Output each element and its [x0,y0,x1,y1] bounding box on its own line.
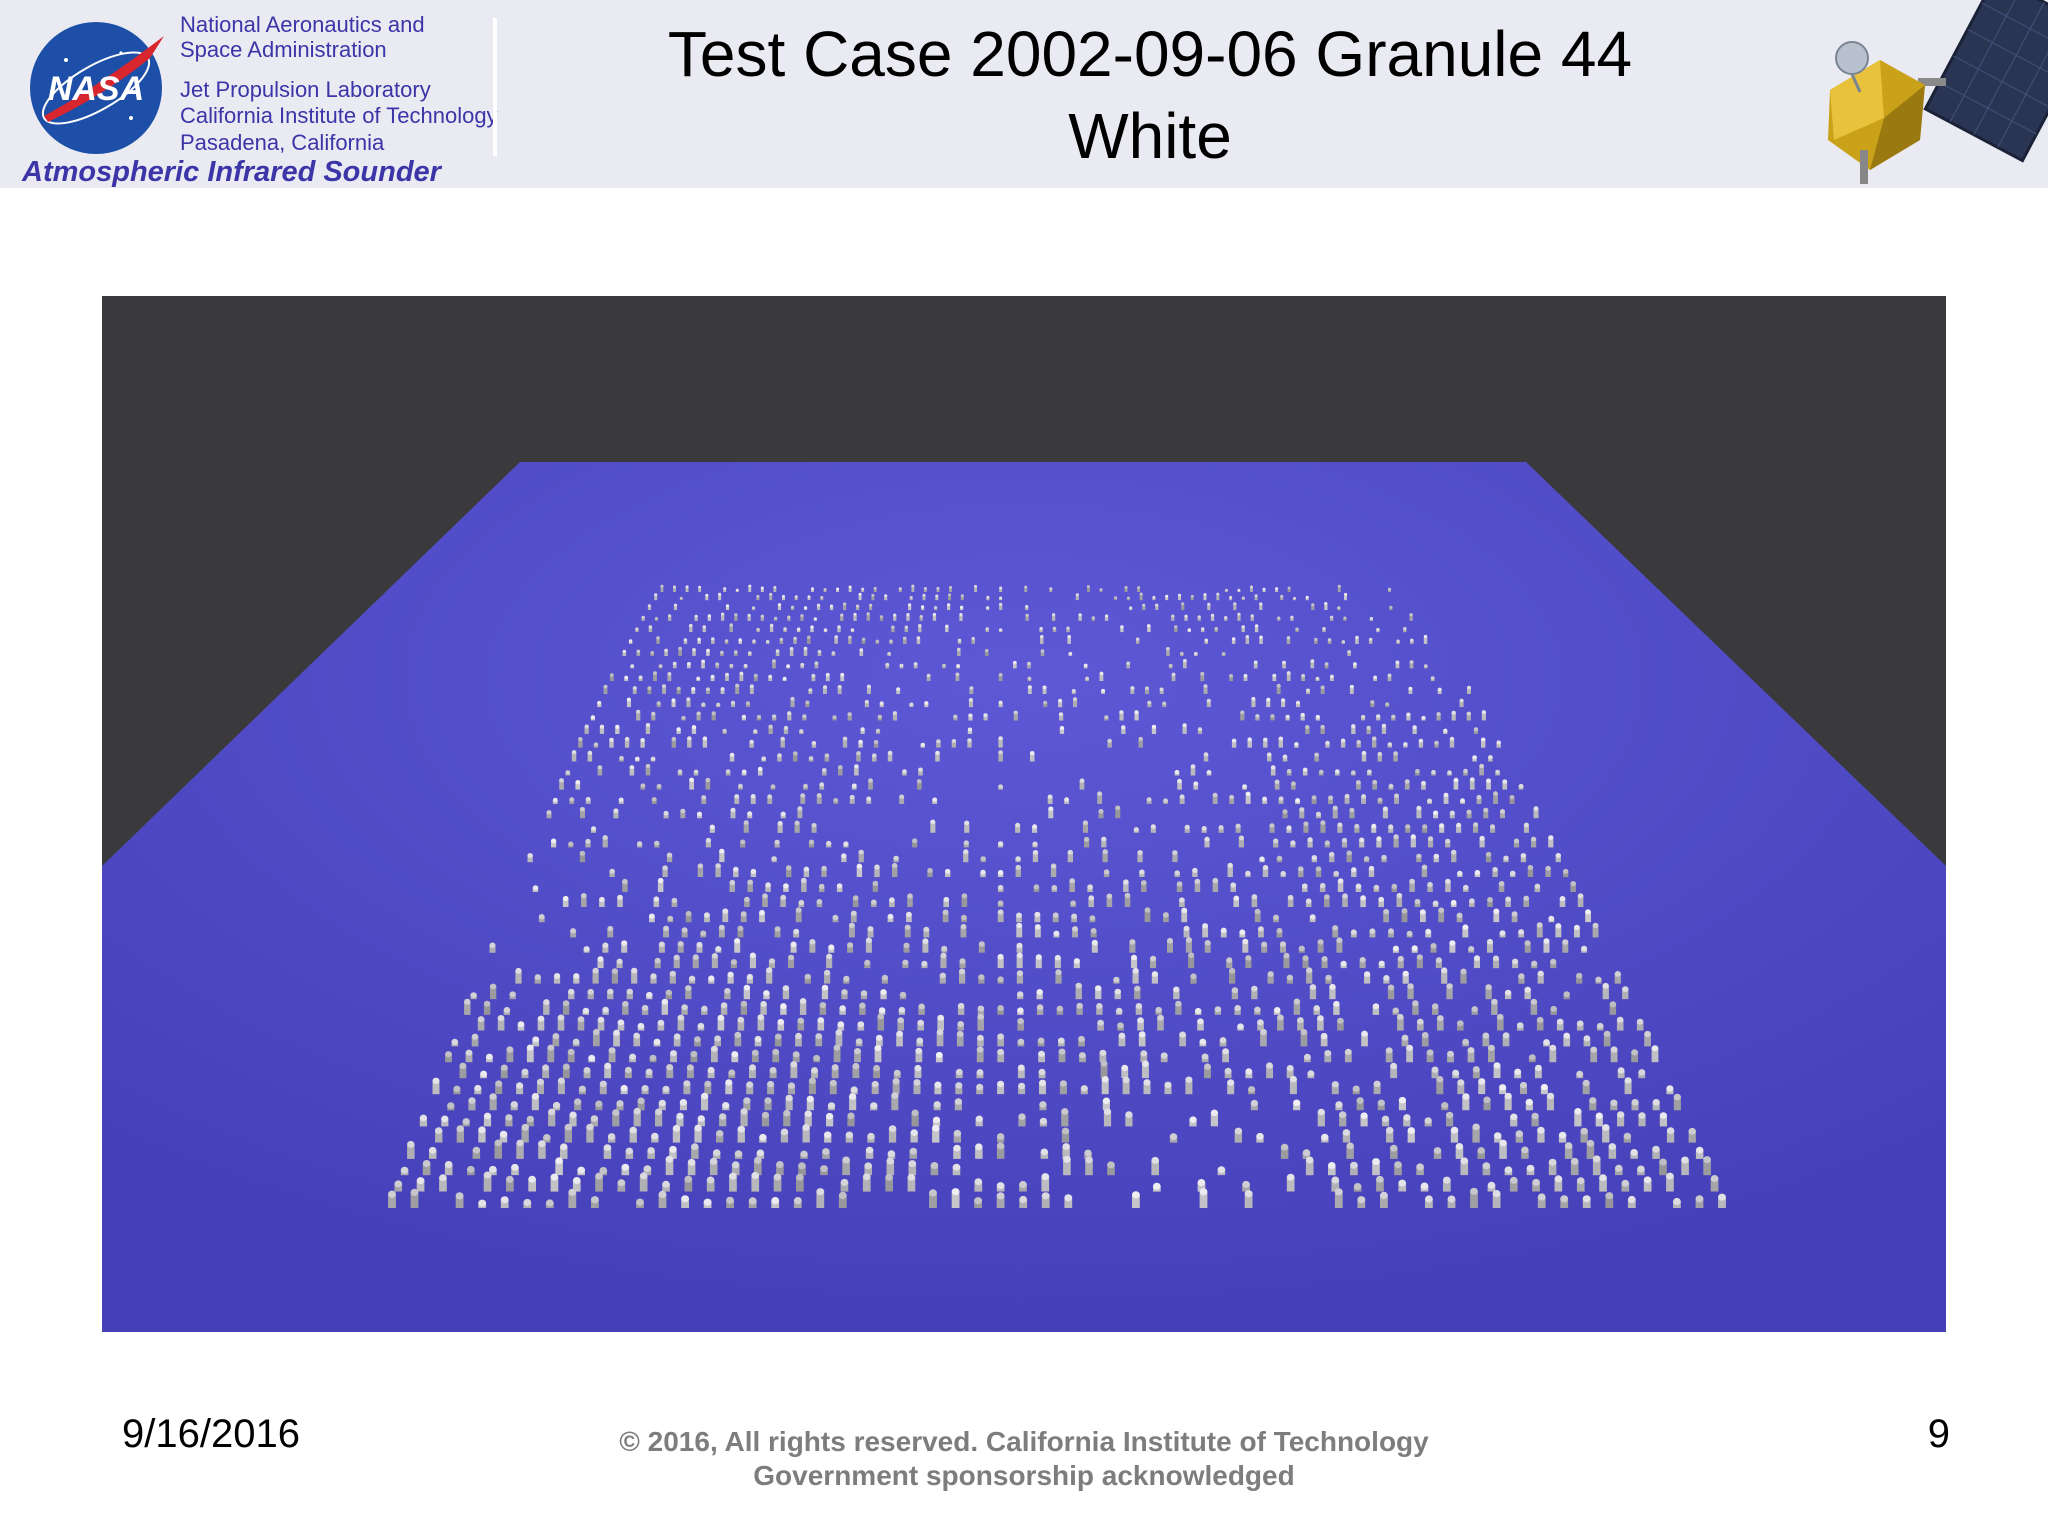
header-divider [493,18,497,156]
page-number: 9 [1927,1412,1950,1456]
cloud-3d-render [102,296,1946,1332]
location-line: Pasadena, California [180,130,385,155]
logo-text: NASA [48,70,144,108]
slide-header: NASA National Aeronautics and Space Admi… [0,0,2048,188]
slide-title-line-1: Test Case 2002-09-06 Granule 44 [667,18,1633,90]
slide-title-line-2: White [1068,100,1232,172]
lab-name-line: Jet Propulsion Laboratory [180,77,431,102]
institute-name-line: California Institute of Technology [180,103,498,128]
instrument-name: Atmospheric Infrared Sounder [22,156,441,188]
org-name-line-1: National Aeronautics and [180,12,425,37]
org-name-line-2: Space Administration [180,37,387,62]
nasa-logo-icon: NASA [30,22,164,154]
copyright-line-2: Government sponsorship acknowledged [753,1460,1295,1491]
render-canvas [102,296,1946,1332]
copyright-line-1: © 2016, All rights reserved. California … [619,1426,1429,1457]
satellite-icon [1828,0,2048,184]
slide-date: 9/16/2016 [122,1412,300,1456]
